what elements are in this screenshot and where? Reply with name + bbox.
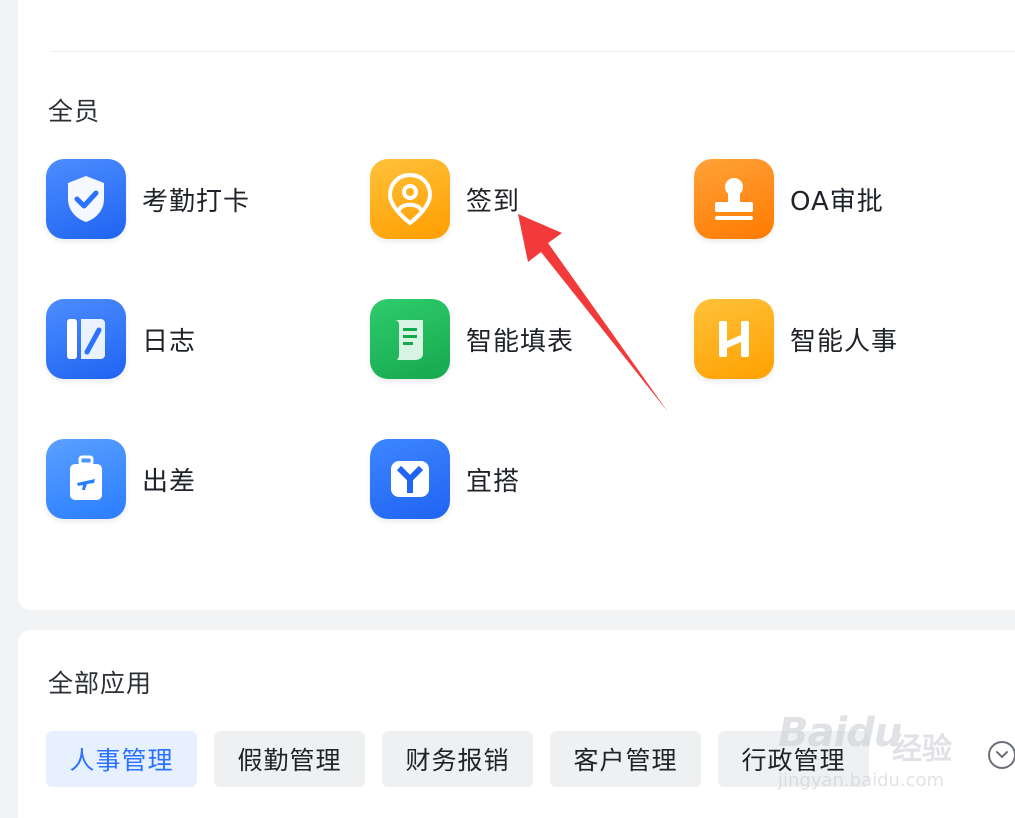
chevron-down-circle-icon[interactable]: [988, 741, 1015, 769]
notebook-icon: [46, 299, 126, 379]
app-label: 智能人事: [790, 326, 899, 357]
app-label: 智能填表: [466, 326, 575, 357]
app-yida[interactable]: 宜搭: [370, 439, 520, 519]
stamp-icon: [694, 159, 774, 239]
app-label: 出差: [142, 466, 197, 497]
tag-hr-management[interactable]: 人事管理: [46, 731, 197, 787]
app-label: 签到: [466, 186, 521, 217]
all-apps-card: [18, 630, 1015, 818]
app-diary[interactable]: 日志: [46, 299, 196, 379]
app-label: 考勤打卡: [142, 186, 251, 217]
all-apps-section-title: 全部应用: [48, 669, 153, 698]
app-attendance[interactable]: 考勤打卡: [46, 159, 250, 239]
h-logo-icon: [694, 299, 774, 379]
app-workbench: 全员 考勤打卡 签到 OA审批 日志 智能填表 智能人事 出差 宜搭 全部应用 …: [0, 0, 1015, 818]
tag-admin-management[interactable]: 行政管理: [718, 731, 869, 787]
app-label: OA审批: [790, 186, 884, 217]
location-pin-icon: [370, 159, 450, 239]
app-smart-form[interactable]: 智能填表: [370, 299, 574, 379]
app-oa-approval[interactable]: OA审批: [694, 159, 884, 239]
tag-customer-management[interactable]: 客户管理: [550, 731, 701, 787]
app-checkin[interactable]: 签到: [370, 159, 520, 239]
app-smart-hr[interactable]: 智能人事: [694, 299, 898, 379]
all-staff-section-title: 全员: [48, 97, 101, 126]
app-label: 日志: [142, 326, 197, 357]
app-label: 宜搭: [466, 466, 521, 497]
y-logo-icon: [370, 439, 450, 519]
tag-leave-attendance[interactable]: 假勤管理: [214, 731, 365, 787]
divider: [52, 51, 1015, 52]
app-business-trip[interactable]: 出差: [46, 439, 196, 519]
suitcase-plane-icon: [46, 439, 126, 519]
shield-check-icon: [46, 159, 126, 239]
tag-finance-reimbursement[interactable]: 财务报销: [382, 731, 533, 787]
scroll-form-icon: [370, 299, 450, 379]
